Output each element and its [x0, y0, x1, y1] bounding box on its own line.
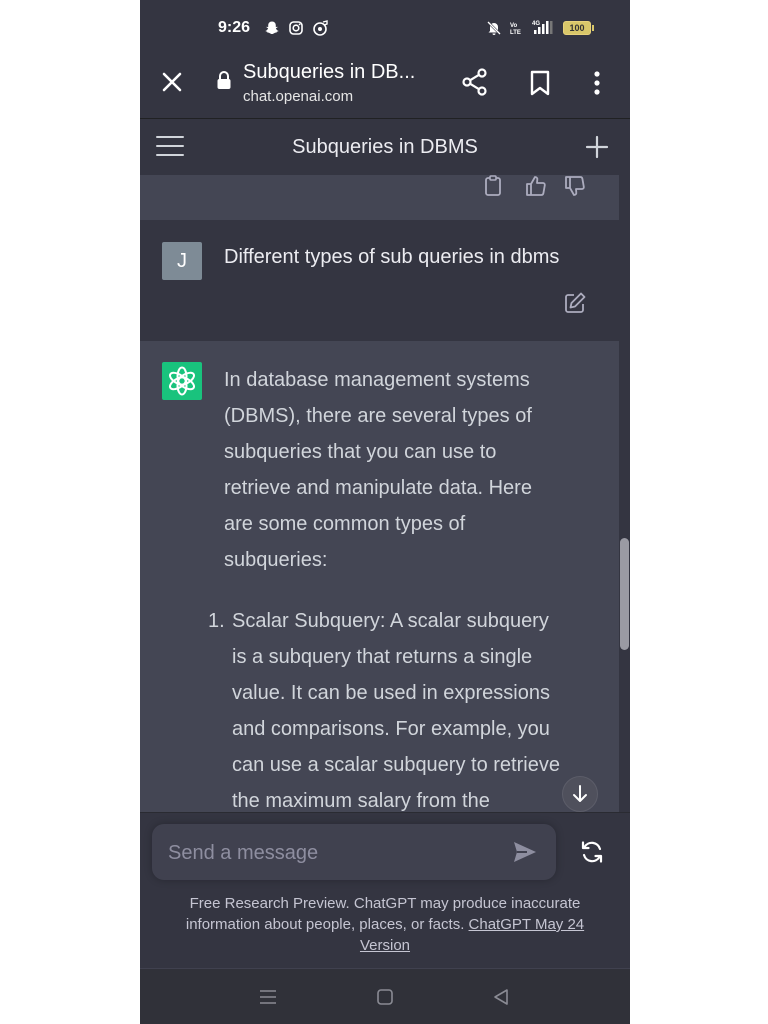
- thumbs-down-icon[interactable]: [564, 175, 586, 202]
- assistant-message: In database management systems (DBMS), t…: [140, 341, 619, 812]
- copy-icon[interactable]: [483, 175, 503, 202]
- status-time: 9:26: [218, 19, 251, 36]
- music-app-icon: [312, 20, 329, 41]
- android-nav-bar: [140, 968, 630, 1024]
- browser-toolbar: Subqueries in DB... chat.openai.com: [140, 52, 630, 118]
- battery-indicator: 100: [563, 21, 594, 35]
- close-icon[interactable]: [160, 70, 184, 99]
- chat-title: Subqueries in DBMS: [292, 136, 478, 158]
- home-icon[interactable]: [376, 988, 394, 1011]
- list-item-text: Scalar Subquery: A scalar subquery is a …: [232, 610, 560, 812]
- new-chat-icon[interactable]: [585, 135, 609, 164]
- user-avatar: J: [162, 242, 202, 280]
- svg-text:Vo: Vo: [510, 23, 518, 29]
- browser-page-title[interactable]: Subqueries in DB...: [243, 61, 415, 84]
- assistant-message-text: In database management systems (DBMS), t…: [224, 369, 532, 571]
- send-icon[interactable]: [512, 840, 538, 869]
- instagram-icon: [288, 20, 304, 41]
- thumbs-up-icon[interactable]: [525, 175, 547, 202]
- previous-message-footer: [140, 175, 619, 220]
- more-icon[interactable]: [592, 70, 602, 101]
- scrollbar-track[interactable]: [619, 175, 630, 812]
- list-item-number: 1.: [208, 610, 225, 632]
- openai-logo-icon: [162, 362, 202, 400]
- lock-icon[interactable]: [216, 70, 232, 95]
- back-icon[interactable]: [492, 988, 510, 1011]
- scrollbar-thumb[interactable]: [620, 538, 629, 650]
- disclaimer: Free Research Preview. ChatGPT may produ…: [160, 893, 610, 956]
- signal-4g-icon: 4G: [532, 19, 556, 40]
- message-input-box: [152, 824, 556, 880]
- recents-icon[interactable]: [258, 989, 278, 1010]
- user-message: J Different types of sub queries in dbms: [140, 220, 619, 341]
- scroll-to-bottom-button[interactable]: [562, 776, 598, 812]
- snapchat-icon: [264, 20, 280, 41]
- conversation: J Different types of sub queries in dbms: [140, 175, 619, 812]
- scroll-down-icon: [571, 784, 589, 809]
- share-icon[interactable]: [460, 67, 490, 102]
- svg-text:4G: 4G: [532, 21, 540, 27]
- regenerate-icon[interactable]: [580, 840, 604, 869]
- bookmark-icon[interactable]: [528, 70, 552, 101]
- browser-url[interactable]: chat.openai.com: [243, 88, 353, 105]
- phone-screen: 9:26 Vo LTE 4G 100 Subqueries in DB... ch…: [140, 0, 630, 1024]
- message-input[interactable]: [166, 838, 500, 868]
- svg-text:LTE: LTE: [510, 30, 521, 36]
- mute-icon: [486, 20, 502, 41]
- user-message-text: Different types of sub queries in dbms: [224, 246, 560, 268]
- chat-header: Subqueries in DBMS: [140, 118, 630, 176]
- composer: Free Research Preview. ChatGPT may produ…: [140, 812, 630, 969]
- status-bar: 9:26 Vo LTE 4G 100: [140, 0, 630, 52]
- volte-icon: Vo LTE: [510, 21, 522, 37]
- edit-icon[interactable]: [564, 292, 586, 319]
